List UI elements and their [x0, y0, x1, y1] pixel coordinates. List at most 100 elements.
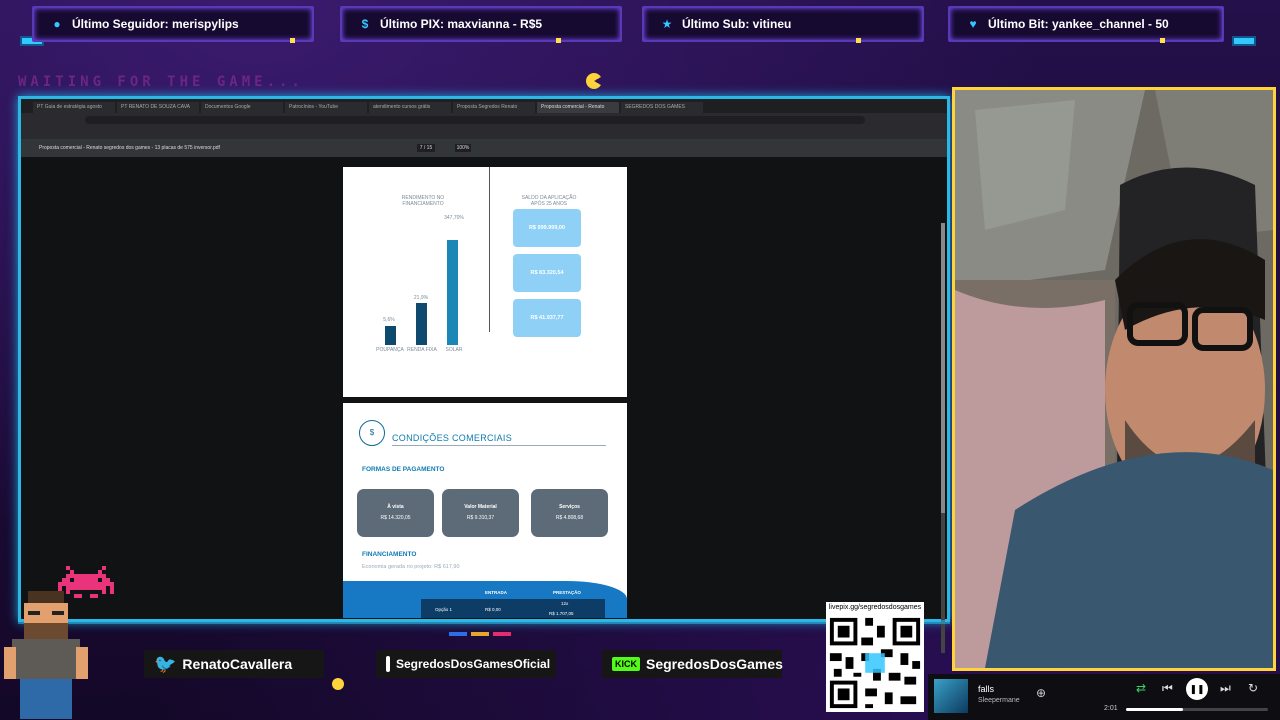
shuffle-icon[interactable]: ⇄ — [1136, 681, 1146, 695]
money-icon: $ — [359, 420, 385, 446]
pdf-toolbar: Proposta comercial - Renato segredos dos… — [21, 139, 947, 157]
bar-poupanca — [385, 326, 396, 345]
twitter-handle[interactable]: 🐦 RenatoCavallera — [144, 650, 324, 678]
payment-option: À vista R$ 14.320,05 — [357, 489, 434, 537]
music-player: falls Sleepermane ⊕ ⇄ ⏮ ❚❚ ⏭ ↻ 2:01 — [928, 674, 1280, 720]
star-icon: ★ — [661, 17, 673, 31]
bar-chart — [383, 217, 473, 345]
kick-handle[interactable]: KICK SegredosDosGames — [602, 650, 783, 678]
scrollbar[interactable] — [941, 223, 945, 653]
pacman-icon — [586, 73, 602, 89]
browser-tab-strip: PT Guia de estratégia agosto PT RENATO D… — [21, 99, 947, 113]
elapsed-time: 2:01 — [1104, 705, 1118, 712]
payment-option: Valor Material R$ 9.310,37 — [442, 489, 519, 537]
add-icon[interactable]: ⊕ — [1036, 686, 1046, 700]
browser-tab[interactable]: Proposta Segredos Renato — [453, 102, 535, 113]
user-icon: ● — [53, 17, 61, 31]
frame-glow — [18, 620, 950, 624]
pdf-page-chart: RENDIMENTO NO FINANCIAMENTO SALDO DA APL… — [343, 167, 627, 397]
pixel-character-icon — [4, 591, 88, 719]
bar-solar — [447, 240, 458, 345]
repeat-icon[interactable]: ↻ — [1248, 681, 1258, 695]
zoom-indicator[interactable]: 100% — [455, 144, 471, 152]
bookmarks-bar — [21, 127, 947, 139]
bar-category-label: SOLAR — [445, 347, 463, 353]
decoration-dot — [1160, 38, 1165, 43]
pdf-viewer: RENDIMENTO NO FINANCIAMENTO SALDO DA APL… — [21, 157, 947, 653]
value-box: R$ 83.320,54 — [513, 254, 581, 292]
corner-decoration — [1232, 36, 1256, 46]
address-bar — [21, 113, 947, 127]
instagram-handle[interactable]: SegredosDosGamesOficial — [376, 650, 556, 678]
ticker-label: Último Sub: vitineu — [682, 17, 792, 31]
payment-option: Serviços R$ 4.808,68 — [531, 489, 608, 537]
dollar-icon: $ — [361, 17, 369, 31]
twitter-text: RenatoCavallera — [182, 656, 293, 672]
right-heading: SALDO DA APLICAÇÃO APÓS 25 ANOS — [521, 195, 577, 207]
previous-icon[interactable]: ⏮ — [1162, 681, 1173, 696]
pdf-title: Proposta comercial - Renato segredos dos… — [39, 145, 220, 151]
next-icon[interactable]: ⏭ — [1220, 681, 1231, 696]
bar-pct-label: 5,6% — [383, 317, 395, 323]
bar-pct-label: 21,9% — [413, 295, 429, 301]
track-artist: Sleepermane — [978, 697, 1020, 704]
pause-button[interactable]: ❚❚ — [1186, 678, 1208, 700]
cc-title: CONDIÇÕES COMERCIAIS — [392, 433, 513, 443]
table-cell-entry: R$ 0,00 — [485, 607, 501, 612]
ticker-last-bit: ♥ Último Bit: yankee_channel - 50 — [948, 6, 1224, 42]
payment-option-value: R$ 4.808,68 — [555, 515, 584, 521]
table-row: Opção 1 R$ 0,00 12x R$ 1.707,05 — [421, 599, 605, 618]
payment-option-value: R$ 9.310,37 — [466, 515, 495, 521]
coin-icon — [332, 678, 344, 690]
kick-icon: KICK — [612, 657, 640, 671]
progress-fill — [1126, 708, 1183, 711]
table-header: ENTRADA — [485, 590, 507, 595]
webcam-feed — [952, 87, 1276, 671]
divider — [392, 445, 606, 446]
ticker-last-follower: ● Último Seguidor: merispylips — [32, 6, 314, 42]
twitter-icon: 🐦 — [154, 653, 177, 674]
value-box: R$ 41.937,77 — [513, 299, 581, 337]
url-field[interactable] — [85, 116, 865, 124]
decoration-dot — [856, 38, 861, 43]
progress-bar[interactable] — [1126, 708, 1268, 711]
decoration-dot — [556, 38, 561, 43]
qr-code-icon[interactable] — [826, 614, 924, 712]
scrollbar-thumb[interactable] — [941, 223, 945, 513]
browser-tab[interactable]: PT RENATO DE SOUZA CAVA — [117, 102, 199, 113]
instagram-text: SegredosDosGamesOficial — [396, 657, 551, 671]
payment-option-value: R$ 14.320,05 — [380, 515, 411, 521]
table-cell-count: 12x — [561, 601, 569, 606]
heart-icon: ♥ — [969, 17, 977, 31]
bar-pct-label: 347,70% — [444, 215, 464, 221]
value-box: R$ 999.999,00 — [513, 209, 581, 247]
browser-tab[interactable]: Documentos Google — [201, 102, 283, 113]
browser-tab[interactable]: PT Guia de estratégia agosto — [33, 102, 115, 113]
payment-option-title: Serviços — [559, 504, 580, 510]
browser-tab[interactable]: Patrocínios - YouTube — [285, 102, 367, 113]
browser-tab-active[interactable]: Proposta comercial - Renato — [537, 102, 619, 113]
ticker-last-sub: ★ Último Sub: vitineu — [642, 6, 924, 42]
screen-capture-frame: PT Guia de estratégia agosto PT RENATO D… — [18, 96, 950, 653]
track-title: falls — [978, 684, 995, 694]
page-indicator[interactable]: 7 / 15 — [417, 144, 435, 152]
kick-text: SegredosDosGames — [646, 656, 783, 672]
webcam-image — [955, 90, 1273, 668]
album-art — [934, 679, 968, 713]
ticker-label: Último Bit: yankee_channel - 50 — [988, 17, 1169, 31]
qr-label: livepix.gg/segredosdosgames — [826, 602, 924, 614]
bar-renda-fixa — [416, 303, 427, 345]
bar-category-label: RENDA FIXA — [407, 347, 437, 353]
instagram-icon — [386, 656, 390, 672]
browser-tab[interactable]: atendimento cursos grátis — [369, 102, 451, 113]
decoration-dot — [290, 38, 295, 43]
payment-option-title: Valor Material — [464, 504, 497, 510]
economy-text: Economia gerada no projeto: R$ 617,90 — [362, 564, 460, 570]
payment-heading: FORMAS DE PAGAMENTO — [362, 466, 445, 473]
table-cell-installment: R$ 1.707,05 — [549, 611, 574, 616]
browser-tab[interactable]: SEGREDOS DOS GAMES — [621, 102, 703, 113]
ticker-label: Último Seguidor: merispylips — [72, 17, 239, 31]
ticker-last-pix: $ Último PIX: maxvianna - R$5 — [340, 6, 622, 42]
ticker-label: Último PIX: maxvianna - R$5 — [380, 17, 543, 31]
table-header: PRESTAÇÃO — [553, 590, 581, 595]
